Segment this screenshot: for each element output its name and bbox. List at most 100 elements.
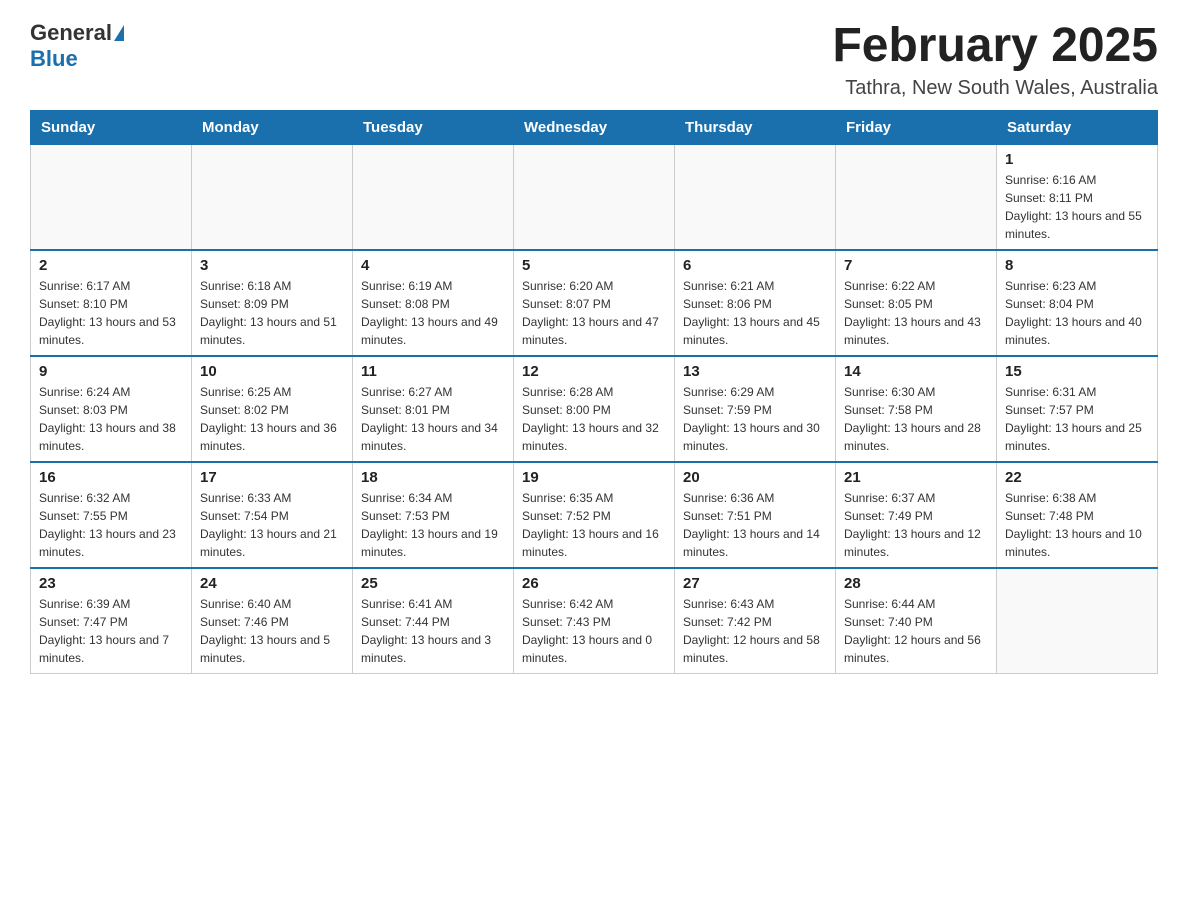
logo-blue-text: Blue [30, 46, 124, 72]
calendar-day-cell: 18 Sunrise: 6:34 AMSunset: 7:53 PMDayligh… [353, 462, 514, 568]
calendar-day-cell: 25 Sunrise: 6:41 AMSunset: 7:44 PMDayligh… [353, 568, 514, 674]
calendar-day-cell: 12 Sunrise: 6:28 AMSunset: 8:00 PMDayligh… [514, 356, 675, 462]
day-number: 11 [361, 363, 505, 380]
day-info: Sunrise: 6:34 AMSunset: 7:53 PMDaylight:… [361, 489, 505, 561]
calendar-day-cell: 20Sunrise: 6:36 AMSunset: 7:51 PMDayligh… [675, 462, 836, 568]
day-info: Sunrise: 6:29 AMSunset: 7:59 PMDaylight:… [683, 383, 827, 455]
weekday-header-thursday: Thursday [675, 110, 836, 144]
day-number: 10 [200, 363, 344, 380]
day-number: 16 [39, 469, 183, 486]
day-number: 1 [1005, 151, 1149, 168]
day-info: Sunrise: 6:31 AMSunset: 7:57 PMDaylight:… [1005, 383, 1149, 455]
day-number: 9 [39, 363, 183, 380]
calendar-day-cell: 5 Sunrise: 6:20 AMSunset: 8:07 PMDaylight… [514, 250, 675, 356]
page-header: General Blue February 2025 Tathra, New S… [30, 20, 1158, 100]
weekday-header-wednesday: Wednesday [514, 110, 675, 144]
day-number: 8 [1005, 257, 1149, 274]
calendar-week-row: 9 Sunrise: 6:24 AMSunset: 8:03 PMDaylight… [31, 356, 1158, 462]
calendar-day-cell: 3 Sunrise: 6:18 AMSunset: 8:09 PMDaylight… [192, 250, 353, 356]
location-title: Tathra, New South Wales, Australia [832, 77, 1158, 100]
day-info: Sunrise: 6:22 AMSunset: 8:05 PMDaylight:… [844, 277, 988, 349]
logo: General Blue [30, 20, 124, 72]
calendar-day-cell: 14 Sunrise: 6:30 AMSunset: 7:58 PMDayligh… [836, 356, 997, 462]
day-number: 13 [683, 363, 827, 380]
calendar-day-cell: 6 Sunrise: 6:21 AMSunset: 8:06 PMDaylight… [675, 250, 836, 356]
calendar-day-cell: 22 Sunrise: 6:38 AMSunset: 7:48 PMDayligh… [997, 462, 1158, 568]
calendar-day-cell [192, 144, 353, 250]
day-info: Sunrise: 6:40 AMSunset: 7:46 PMDaylight:… [200, 595, 344, 667]
day-number: 27 [683, 575, 827, 592]
calendar-day-cell: 24 Sunrise: 6:40 AMSunset: 7:46 PMDayligh… [192, 568, 353, 674]
day-info: Sunrise: 6:20 AMSunset: 8:07 PMDaylight:… [522, 277, 666, 349]
day-info: Sunrise: 6:30 AMSunset: 7:58 PMDaylight:… [844, 383, 988, 455]
calendar-day-cell: 11 Sunrise: 6:27 AMSunset: 8:01 PMDayligh… [353, 356, 514, 462]
day-info: Sunrise: 6:43 AMSunset: 7:42 PMDaylight:… [683, 595, 827, 667]
calendar-table: SundayMondayTuesdayWednesdayThursdayFrid… [30, 110, 1158, 674]
day-info: Sunrise: 6:28 AMSunset: 8:00 PMDaylight:… [522, 383, 666, 455]
day-number: 15 [1005, 363, 1149, 380]
day-number: 14 [844, 363, 988, 380]
calendar-day-cell [514, 144, 675, 250]
calendar-day-cell [353, 144, 514, 250]
day-info: Sunrise: 6:21 AMSunset: 8:06 PMDaylight:… [683, 277, 827, 349]
calendar-day-cell [836, 144, 997, 250]
calendar-day-cell: 13 Sunrise: 6:29 AMSunset: 7:59 PMDayligh… [675, 356, 836, 462]
day-number: 18 [361, 469, 505, 486]
day-info: Sunrise: 6:39 AMSunset: 7:47 PMDaylight:… [39, 595, 183, 667]
day-number: 22 [1005, 469, 1149, 486]
calendar-day-cell: 17Sunrise: 6:33 AMSunset: 7:54 PMDayligh… [192, 462, 353, 568]
calendar-header-row: SundayMondayTuesdayWednesdayThursdayFrid… [31, 110, 1158, 144]
title-section: February 2025 Tathra, New South Wales, A… [832, 20, 1158, 100]
day-number: 21 [844, 469, 988, 486]
calendar-day-cell: 2Sunrise: 6:17 AMSunset: 8:10 PMDaylight… [31, 250, 192, 356]
calendar-day-cell: 4Sunrise: 6:19 AMSunset: 8:08 PMDaylight… [353, 250, 514, 356]
day-info: Sunrise: 6:24 AMSunset: 8:03 PMDaylight:… [39, 383, 183, 455]
day-number: 23 [39, 575, 183, 592]
calendar-day-cell: 8 Sunrise: 6:23 AMSunset: 8:04 PMDaylight… [997, 250, 1158, 356]
calendar-day-cell [31, 144, 192, 250]
day-number: 28 [844, 575, 988, 592]
calendar-day-cell: 21Sunrise: 6:37 AMSunset: 7:49 PMDayligh… [836, 462, 997, 568]
day-number: 26 [522, 575, 666, 592]
day-number: 5 [522, 257, 666, 274]
month-title: February 2025 [832, 20, 1158, 73]
day-number: 2 [39, 257, 183, 274]
day-info: Sunrise: 6:38 AMSunset: 7:48 PMDaylight:… [1005, 489, 1149, 561]
calendar-day-cell: 27 Sunrise: 6:43 AMSunset: 7:42 PMDayligh… [675, 568, 836, 674]
calendar-day-cell: 23 Sunrise: 6:39 AMSunset: 7:47 PMDayligh… [31, 568, 192, 674]
day-info: Sunrise: 6:23 AMSunset: 8:04 PMDaylight:… [1005, 277, 1149, 349]
day-number: 3 [200, 257, 344, 274]
day-info: Sunrise: 6:32 AMSunset: 7:55 PMDaylight:… [39, 489, 183, 561]
day-info: Sunrise: 6:18 AMSunset: 8:09 PMDaylight:… [200, 277, 344, 349]
day-info: Sunrise: 6:33 AMSunset: 7:54 PMDaylight:… [200, 489, 344, 561]
day-number: 25 [361, 575, 505, 592]
day-number: 12 [522, 363, 666, 380]
day-info: Sunrise: 6:35 AMSunset: 7:52 PMDaylight:… [522, 489, 666, 561]
calendar-day-cell: 1 Sunrise: 6:16 AMSunset: 8:11 PMDaylight… [997, 144, 1158, 250]
weekday-header-saturday: Saturday [997, 110, 1158, 144]
calendar-day-cell: 19 Sunrise: 6:35 AMSunset: 7:52 PMDayligh… [514, 462, 675, 568]
calendar-week-row: 2Sunrise: 6:17 AMSunset: 8:10 PMDaylight… [31, 250, 1158, 356]
day-info: Sunrise: 6:27 AMSunset: 8:01 PMDaylight:… [361, 383, 505, 455]
weekday-header-sunday: Sunday [31, 110, 192, 144]
day-info: Sunrise: 6:25 AMSunset: 8:02 PMDaylight:… [200, 383, 344, 455]
day-number: 6 [683, 257, 827, 274]
day-number: 19 [522, 469, 666, 486]
day-info: Sunrise: 6:19 AMSunset: 8:08 PMDaylight:… [361, 277, 505, 349]
calendar-day-cell [997, 568, 1158, 674]
calendar-day-cell: 10 Sunrise: 6:25 AMSunset: 8:02 PMDayligh… [192, 356, 353, 462]
calendar-week-row: 23 Sunrise: 6:39 AMSunset: 7:47 PMDayligh… [31, 568, 1158, 674]
day-info: Sunrise: 6:36 AMSunset: 7:51 PMDaylight:… [683, 489, 827, 561]
day-info: Sunrise: 6:42 AMSunset: 7:43 PMDaylight:… [522, 595, 666, 667]
calendar-day-cell: 28 Sunrise: 6:44 AMSunset: 7:40 PMDayligh… [836, 568, 997, 674]
logo-general-text: General [30, 20, 112, 46]
calendar-day-cell: 7Sunrise: 6:22 AMSunset: 8:05 PMDaylight… [836, 250, 997, 356]
calendar-day-cell: 9 Sunrise: 6:24 AMSunset: 8:03 PMDaylight… [31, 356, 192, 462]
day-info: Sunrise: 6:16 AMSunset: 8:11 PMDaylight:… [1005, 171, 1149, 243]
day-info: Sunrise: 6:41 AMSunset: 7:44 PMDaylight:… [361, 595, 505, 667]
weekday-header-monday: Monday [192, 110, 353, 144]
day-number: 24 [200, 575, 344, 592]
day-info: Sunrise: 6:44 AMSunset: 7:40 PMDaylight:… [844, 595, 988, 667]
calendar-week-row: 1 Sunrise: 6:16 AMSunset: 8:11 PMDaylight… [31, 144, 1158, 250]
calendar-day-cell: 26 Sunrise: 6:42 AMSunset: 7:43 PMDayligh… [514, 568, 675, 674]
